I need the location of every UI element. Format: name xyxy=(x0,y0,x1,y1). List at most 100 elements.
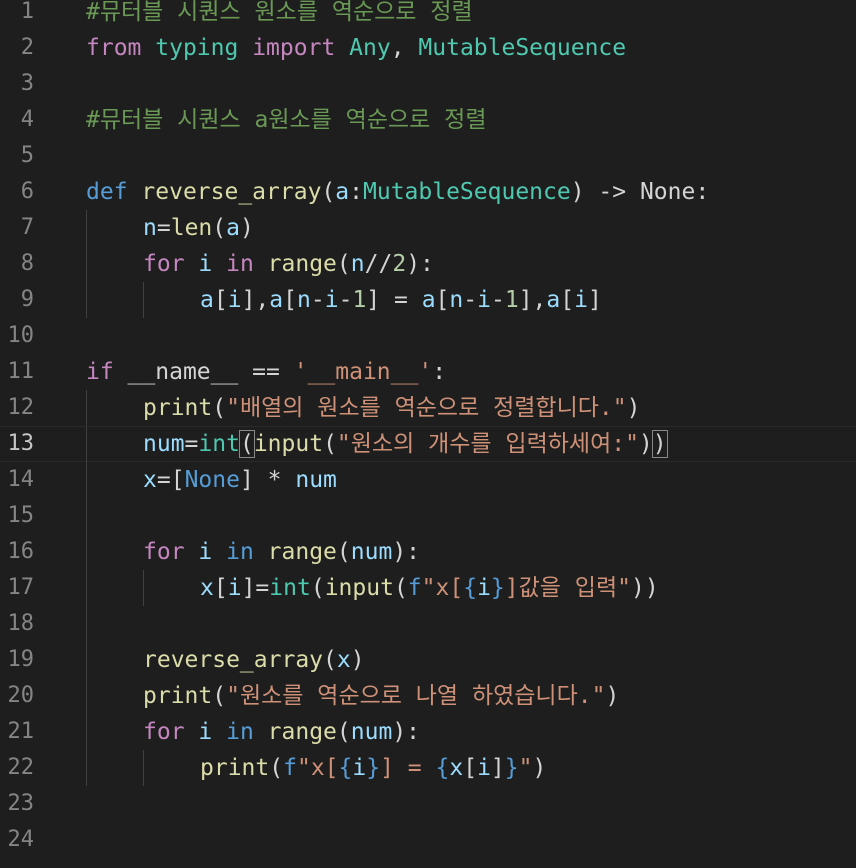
indent-guide xyxy=(86,570,87,606)
code-token: ] xyxy=(490,755,505,781)
matching-bracket: ( xyxy=(238,430,255,458)
code-token: def xyxy=(86,179,128,205)
code-line[interactable]: 13 num=int(input("원소의 개수를 입력하세여:")) xyxy=(0,426,856,463)
code-token: i xyxy=(227,287,242,313)
code-token: ): xyxy=(392,719,421,745)
code-token: i xyxy=(352,755,367,781)
code-line[interactable]: 18 xyxy=(0,606,856,642)
code-line[interactable]: 22 print(f"x[{i}] = {x[i]}") xyxy=(0,750,856,786)
code-token: range xyxy=(267,539,337,565)
indent-guide xyxy=(86,534,87,570)
line-number: 14 xyxy=(7,467,35,492)
indent-guide xyxy=(86,246,87,282)
code-line[interactable]: 7 n=len(a) xyxy=(0,210,856,246)
code-token: i xyxy=(227,575,242,601)
line-number: 13 xyxy=(7,431,35,456)
code-token: i xyxy=(477,575,491,601)
code-text[interactable]: print("배열의 원소를 역순으로 정렬합니다.") xyxy=(143,390,640,426)
code-line[interactable]: 17 x[i]=int(input(f"x[{i}]값을 입력")) xyxy=(0,570,856,606)
code-token: [ xyxy=(463,755,478,781)
code-token: ): xyxy=(406,251,434,277)
code-line[interactable]: 5 xyxy=(0,138,856,174)
code-text[interactable]: num=int(input("원소의 개수를 입력하세여:")) xyxy=(143,427,668,461)
code-token: ] = xyxy=(380,755,436,781)
code-line[interactable]: 21 for i in range(num): xyxy=(0,714,856,750)
code-text[interactable]: print(f"x[{i}] = {x[i]}") xyxy=(200,750,546,786)
code-line[interactable]: 20 print("원소를 역순으로 나열 하였습니다.") xyxy=(0,678,856,714)
code-editor[interactable]: 1 #뮤터블 시퀀스 원소를 역순으로 정렬 2 from typing import… xyxy=(0,0,856,868)
line-number: 9 xyxy=(20,287,34,312)
code-text[interactable]: for i in range(n//2): xyxy=(143,246,434,282)
line-number: 6 xyxy=(20,179,34,204)
code-token: " xyxy=(518,755,533,781)
code-token: "x[ xyxy=(421,575,464,601)
code-line[interactable]: 6 def reverse_array(a:MutableSequence) ->… xyxy=(0,174,856,210)
code-token: for xyxy=(143,719,185,745)
code-token: for xyxy=(143,251,185,277)
code-text[interactable]: def reverse_array(a:MutableSequence) -> … xyxy=(86,174,709,210)
code-line[interactable]: 19 reverse_array(x) xyxy=(0,642,856,678)
line-number: 22 xyxy=(7,755,35,780)
code-text[interactable]: from typing import Any, MutableSequence xyxy=(86,30,626,66)
code-token: = xyxy=(156,215,171,241)
code-line[interactable]: 3 xyxy=(0,66,856,102)
code-token: ( xyxy=(310,575,325,601)
code-token: __name__ == xyxy=(113,359,294,385)
code-token: ] * xyxy=(239,467,296,493)
code-line[interactable]: 23 xyxy=(0,786,856,822)
code-token: ( xyxy=(321,179,336,205)
code-token: from xyxy=(86,35,142,61)
code-line[interactable]: 2 from typing import Any, MutableSequence xyxy=(0,30,856,66)
code-line[interactable]: 16 for i in range(num): xyxy=(0,534,856,570)
indent-guide xyxy=(86,606,87,642)
code-token: : xyxy=(349,179,363,205)
code-text[interactable]: n=len(a) xyxy=(143,210,254,246)
code-line[interactable]: 1 #뮤터블 시퀀스 원소를 역순으로 정렬 xyxy=(0,0,856,30)
code-line[interactable]: 15 xyxy=(0,498,856,534)
code-text[interactable]: a[i],a[n-i-1] = a[n-i-1],a[i] xyxy=(200,282,602,318)
code-token: n xyxy=(297,287,311,313)
code-text[interactable]: if __name__ == '__main__': xyxy=(86,354,446,390)
code-text[interactable]: #뮤터블 시퀀스 a원소를 역순으로 정렬 xyxy=(86,102,486,138)
code-token: '__main__' xyxy=(293,359,433,385)
code-text[interactable]: #뮤터블 시퀀스 원소를 역순으로 정렬 xyxy=(86,0,473,30)
code-line[interactable]: 8 for i in range(n//2): xyxy=(0,246,856,282)
code-token: ( xyxy=(212,683,227,709)
code-token: ) xyxy=(638,431,653,457)
line-number: 4 xyxy=(20,107,34,132)
line-number: 8 xyxy=(20,251,34,276)
code-token: ] xyxy=(587,287,602,313)
code-line[interactable]: 11 if __name__ == '__main__': xyxy=(0,354,856,390)
code-line[interactable]: 4 #뮤터블 시퀀스 a원소를 역순으로 정렬 xyxy=(0,102,856,138)
code-text[interactable]: for i in range(num): xyxy=(143,714,420,750)
code-text[interactable]: x=[None] * num xyxy=(143,462,337,498)
code-token: a xyxy=(421,287,436,313)
code-line[interactable]: 12 print("배열의 원소를 역순으로 정렬합니다.") xyxy=(0,390,856,426)
code-text[interactable]: for i in range(num): xyxy=(143,534,420,570)
code-token: a xyxy=(226,215,240,241)
code-token: print xyxy=(143,683,213,709)
code-text[interactable]: x[i]=int(input(f"x[{i}]값을 입력")) xyxy=(200,570,659,606)
code-text[interactable]: print("원소를 역순으로 나열 하였습니다.") xyxy=(143,678,619,714)
code-line[interactable]: 10 xyxy=(0,318,856,354)
code-token: #뮤터블 시퀀스 a원소를 역순으로 정렬 xyxy=(86,107,487,133)
code-token: i xyxy=(198,719,213,745)
code-token: n xyxy=(449,287,464,313)
code-line[interactable]: 9 a[i],a[n-i-1] = a[n-i-1],a[i] xyxy=(0,282,856,318)
code-token: print xyxy=(143,395,213,421)
code-line[interactable]: 14 x=[None] * num xyxy=(0,462,856,498)
code-token: ( xyxy=(212,215,227,241)
code-text[interactable]: reverse_array(x) xyxy=(143,642,365,678)
code-token: } xyxy=(490,575,505,601)
code-token: , xyxy=(390,35,419,61)
code-line[interactable]: 24 xyxy=(0,822,856,858)
line-number: 1 xyxy=(20,0,34,24)
code-token: ) xyxy=(605,683,620,709)
code-token: num xyxy=(350,539,393,565)
code-token: i xyxy=(477,287,491,313)
